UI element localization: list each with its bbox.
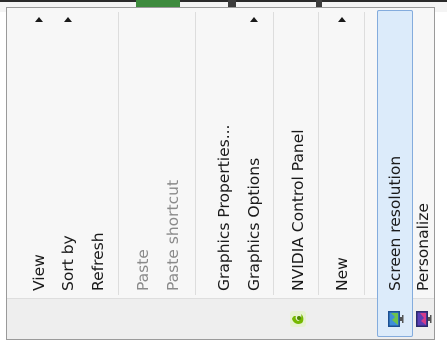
menu-item-new[interactable]: New [329, 8, 355, 339]
menu-item-view[interactable]: View [26, 8, 52, 339]
nvidia-icon [289, 310, 307, 328]
submenu-arrow-icon [338, 17, 346, 22]
menu-separator [318, 12, 319, 295]
submenu-arrow-icon [250, 17, 258, 22]
menu-item-label: View [30, 254, 48, 291]
menu-item-label: Personalize [414, 203, 432, 291]
desktop-context-menu: View Sort by Refresh Paste Paste shortcu… [6, 7, 435, 340]
menu-separator [195, 12, 196, 295]
menu-item-paste[interactable]: Paste [130, 8, 156, 339]
menu-item-label: Paste [134, 249, 152, 291]
menu-item-label: Refresh [89, 232, 107, 291]
menu-item-label: New [333, 257, 351, 291]
taskbar-edge [0, 0, 447, 2]
screen-resolution-icon [386, 310, 404, 328]
menu-item-label: Screen resolution [386, 155, 404, 291]
submenu-arrow-icon [35, 17, 43, 22]
personalize-icon [414, 310, 432, 328]
menu-item-label: NVIDIA Control Panel [289, 129, 307, 291]
menu-item-label: Paste shortcut [164, 179, 182, 291]
desktop-screen: View Sort by Refresh Paste Paste shortcu… [0, 0, 447, 347]
menu-item-graphics-options[interactable]: Graphics Options [241, 8, 267, 339]
menu-item-label: Graphics Options [245, 157, 263, 291]
menu-item-personalize[interactable]: Personalize [410, 8, 436, 339]
menu-separator [364, 12, 365, 295]
menu-item-label: Graphics Properties... [215, 124, 233, 292]
menu-item-refresh[interactable]: Refresh [85, 8, 111, 339]
menu-item-graphics-properties[interactable]: Graphics Properties... [211, 8, 237, 339]
menu-separator [273, 12, 274, 295]
submenu-arrow-icon [64, 17, 72, 22]
menu-item-label: Sort by [59, 235, 77, 291]
menu-item-sort-by[interactable]: Sort by [55, 8, 81, 339]
menu-item-paste-shortcut[interactable]: Paste shortcut [160, 8, 186, 339]
menu-item-screen-resolution[interactable]: Screen resolution [382, 8, 408, 339]
menu-separator [118, 12, 119, 295]
menu-item-nvidia-control-panel[interactable]: NVIDIA Control Panel [285, 8, 311, 339]
